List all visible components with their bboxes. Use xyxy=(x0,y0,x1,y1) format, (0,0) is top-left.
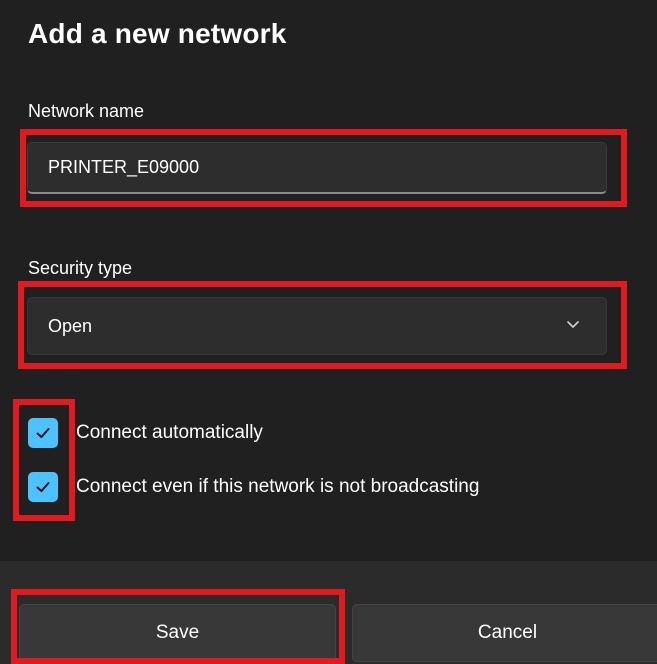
dialog-title: Add a new network xyxy=(28,18,287,49)
network-name-label: Network name xyxy=(28,101,145,121)
connect-automatically-label: Connect automatically xyxy=(76,422,263,443)
highlight-save-button xyxy=(11,589,345,664)
connect-not-broadcasting-label: Connect even if this network is not broa… xyxy=(76,476,480,497)
highlight-network-name xyxy=(20,129,627,207)
highlight-checkboxes xyxy=(13,399,75,521)
add-network-dialog: Add a new network Network name Security … xyxy=(0,0,657,664)
highlight-security-type xyxy=(18,281,627,369)
cancel-button[interactable]: Cancel xyxy=(352,604,657,662)
connect-not-broadcasting-option[interactable]: Connect even if this network is not broa… xyxy=(28,472,479,502)
security-type-label: Security type xyxy=(28,258,133,278)
